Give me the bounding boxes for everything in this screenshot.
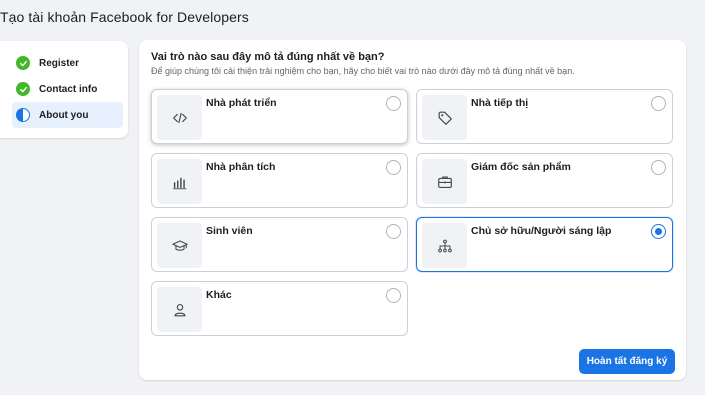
question-title: Vai trò nào sau đây mô tả đúng nhất về b… — [151, 51, 385, 63]
option-radio[interactable] — [651, 96, 666, 111]
finish-registration-button[interactable]: Hoàn tất đăng ký — [579, 349, 675, 374]
option-developer[interactable]: Nhà phát triển — [151, 89, 408, 144]
page-title: Tạo tài khoản Facebook for Developers — [0, 9, 249, 25]
bar-chart-icon — [157, 159, 202, 204]
briefcase-icon — [422, 159, 467, 204]
option-radio[interactable] — [386, 288, 401, 303]
option-radio[interactable] — [651, 224, 666, 239]
check-icon — [16, 82, 30, 96]
step-about-you[interactable]: About you — [12, 102, 123, 128]
tag-icon — [422, 95, 467, 140]
option-label: Nhà phát triển — [206, 97, 277, 109]
step-contact-info[interactable]: Contact info — [12, 76, 122, 102]
option-label: Nhà phân tích — [206, 161, 276, 173]
option-label: Giám đốc sản phẩm — [471, 161, 571, 173]
option-analyst[interactable]: Nhà phân tích — [151, 153, 408, 208]
option-radio[interactable] — [651, 160, 666, 175]
step-label: Contact info — [39, 83, 98, 95]
step-register[interactable]: Register — [12, 50, 122, 76]
graduation-cap-icon — [157, 223, 202, 268]
step-label: About you — [39, 109, 89, 121]
option-product-manager[interactable]: Giám đốc sản phẩm — [416, 153, 673, 208]
person-icon — [157, 287, 202, 332]
option-label: Khác — [206, 289, 232, 301]
code-icon — [157, 95, 202, 140]
option-label: Nhà tiếp thị — [471, 97, 529, 109]
option-owner-founder[interactable]: Chủ sở hữu/Người sáng lập — [416, 217, 673, 272]
role-card: Vai trò nào sau đây mô tả đúng nhất về b… — [139, 40, 686, 380]
option-student[interactable]: Sinh viên — [151, 217, 408, 272]
question-subtitle: Để giúp chúng tôi cải thiện trải nghiệm … — [151, 66, 575, 76]
option-label: Sinh viên — [206, 225, 253, 237]
option-radio[interactable] — [386, 160, 401, 175]
option-radio[interactable] — [386, 96, 401, 111]
option-label: Chủ sở hữu/Người sáng lập — [471, 225, 612, 237]
option-marketer[interactable]: Nhà tiếp thị — [416, 89, 673, 144]
in-progress-icon — [16, 108, 30, 122]
option-radio[interactable] — [386, 224, 401, 239]
check-icon — [16, 56, 30, 70]
step-label: Register — [39, 57, 80, 69]
option-other[interactable]: Khác — [151, 281, 408, 336]
org-chart-icon — [422, 223, 467, 268]
registration-steps: Register Contact info About you — [0, 41, 128, 138]
